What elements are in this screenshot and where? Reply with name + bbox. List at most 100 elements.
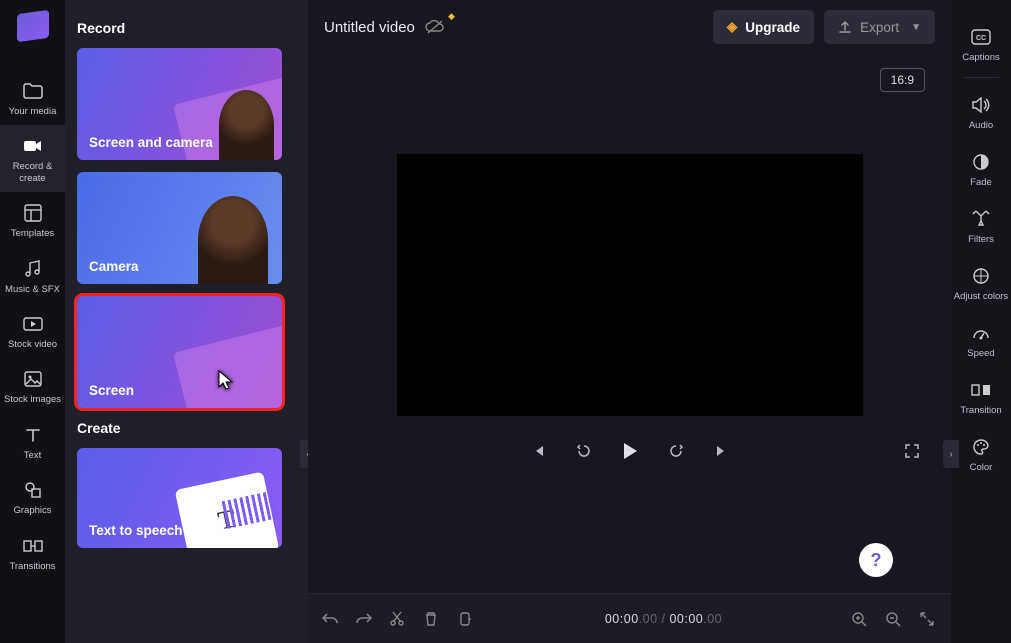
nav-graphics[interactable]: Graphics [0, 469, 65, 524]
zoom-in-button[interactable] [851, 611, 869, 627]
nav-your-media[interactable]: Your media [0, 70, 65, 125]
r-audio[interactable]: Audio [951, 84, 1011, 141]
nav-transitions[interactable]: Transitions [0, 525, 65, 580]
r-filters[interactable]: Filters [951, 198, 1011, 255]
fade-icon [970, 151, 992, 173]
r-adjust-colors[interactable]: Adjust colors [951, 255, 1011, 312]
record-create-panel: Record Screen and camera Camera Screen C… [65, 0, 308, 643]
fit-timeline-button[interactable] [919, 611, 937, 627]
topbar: Untitled video ◆ ◈ Upgrade Export ▼ [308, 0, 951, 54]
person-avatar-icon [198, 196, 268, 284]
r-captions[interactable]: CC Captions [951, 16, 1011, 73]
cut-button[interactable] [390, 611, 408, 627]
card-screen-and-camera[interactable]: Screen and camera [77, 48, 282, 160]
right-rail-collapse-handle[interactable]: › [943, 440, 959, 468]
r-label: Fade [970, 177, 992, 188]
screen-shape-icon [173, 322, 282, 408]
nav-templates[interactable]: Templates [0, 192, 65, 247]
nav-label: Record & create [0, 161, 65, 184]
nav-label: Templates [11, 228, 54, 239]
total-time: 00:00 [669, 612, 703, 626]
camcorder-icon [22, 135, 44, 157]
delete-button[interactable] [424, 611, 442, 627]
card-text-to-speech[interactable]: T Text to speech [77, 448, 282, 548]
app-logo[interactable] [17, 10, 49, 42]
record-header: Record [77, 20, 296, 36]
current-time: 00:00 [605, 612, 639, 626]
r-label: Speed [967, 348, 994, 359]
aspect-ratio-button[interactable]: 16:9 [880, 68, 925, 92]
zoom-out-button[interactable] [885, 611, 903, 627]
split-button[interactable] [458, 611, 476, 627]
nav-label: Music & SFX [5, 284, 60, 295]
transition-icon [970, 379, 992, 401]
shapes-icon [22, 479, 44, 501]
text-icon [22, 424, 44, 446]
nav-label: Text [24, 450, 41, 461]
person-avatar-icon [219, 90, 274, 160]
captions-icon: CC [970, 26, 992, 48]
r-transition[interactable]: Transition [951, 369, 1011, 426]
palette-icon [970, 436, 992, 458]
nav-record-create[interactable]: Record & create [0, 125, 65, 192]
nav-label: Stock video [8, 339, 57, 350]
main-area: Untitled video ◆ ◈ Upgrade Export ▼ 16:9 [308, 0, 951, 643]
timecode-display: 00:00.00 / 00:00.00 [492, 612, 835, 626]
card-label: Text to speech [89, 523, 183, 538]
right-properties-rail: CC Captions Audio Fade Filters Adjust co… [951, 0, 1011, 643]
upgrade-label: Upgrade [745, 20, 800, 35]
r-label: Captions [962, 52, 1000, 63]
nav-stock-images[interactable]: Stock images [0, 358, 65, 413]
cursor-icon [218, 370, 234, 390]
undo-button[interactable] [322, 612, 340, 626]
rewind-button[interactable] [573, 440, 595, 462]
upload-icon [838, 20, 852, 34]
nav-label: Your media [9, 106, 57, 117]
image-icon [22, 368, 44, 390]
redo-button[interactable] [356, 612, 374, 626]
skip-end-button[interactable] [711, 440, 733, 462]
separator [963, 77, 999, 78]
play-button[interactable] [619, 440, 641, 462]
r-label: Filters [968, 234, 994, 245]
r-speed[interactable]: Speed [951, 312, 1011, 369]
adjust-colors-icon [970, 265, 992, 287]
card-label: Screen [89, 383, 134, 398]
create-header: Create [77, 420, 296, 436]
left-nav-rail: Your media Record & create Templates Mus… [0, 0, 65, 643]
premium-gem-icon: ◆ [448, 11, 455, 22]
chevron-down-icon: ▼ [911, 22, 921, 33]
r-label: Adjust colors [954, 291, 1008, 302]
gem-icon: ◈ [727, 19, 737, 35]
upgrade-button[interactable]: ◈ Upgrade [713, 10, 814, 44]
card-screen[interactable]: Screen [77, 296, 282, 408]
nav-text[interactable]: Text [0, 414, 65, 469]
speaker-icon [970, 94, 992, 116]
card-label: Camera [89, 259, 139, 274]
music-note-icon [22, 258, 44, 280]
nav-stock-video[interactable]: Stock video [0, 303, 65, 358]
nav-label: Stock images [4, 394, 61, 405]
help-button[interactable]: ? [859, 543, 893, 577]
video-icon [22, 313, 44, 335]
nav-music-sfx[interactable]: Music & SFX [0, 248, 65, 303]
preview-stage: 16:9 [308, 54, 951, 484]
video-preview[interactable] [397, 154, 863, 416]
nav-label: Graphics [13, 505, 51, 516]
r-color[interactable]: Color [951, 426, 1011, 483]
folder-icon [22, 80, 44, 102]
card-camera[interactable]: Camera [77, 172, 282, 284]
r-fade[interactable]: Fade [951, 141, 1011, 198]
speed-icon [970, 322, 992, 344]
timeline-toolbar: 00:00.00 / 00:00.00 [308, 593, 951, 643]
cloud-sync-off-icon[interactable]: ◆ [425, 19, 445, 35]
skip-start-button[interactable] [527, 440, 549, 462]
forward-button[interactable] [665, 440, 687, 462]
transition-icon [22, 535, 44, 557]
export-button[interactable]: Export ▼ [824, 10, 935, 44]
fullscreen-button[interactable] [901, 440, 923, 462]
playback-controls [308, 440, 951, 462]
r-label: Transition [960, 405, 1001, 416]
r-label: Color [970, 462, 993, 473]
project-title[interactable]: Untitled video [324, 19, 415, 36]
